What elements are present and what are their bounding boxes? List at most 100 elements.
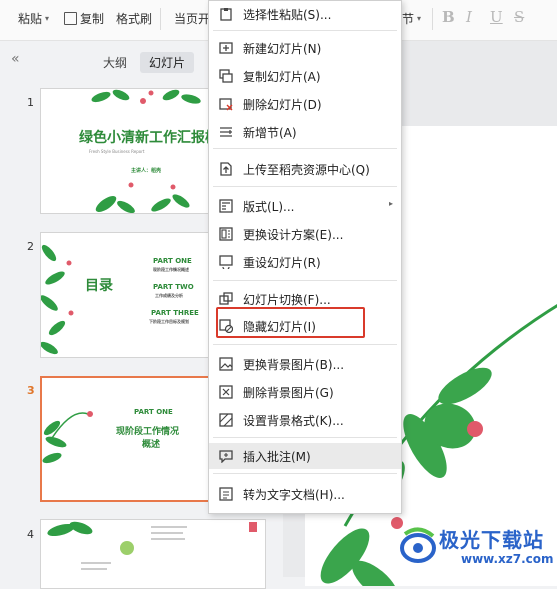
watermark-title: 极光下载站 (439, 528, 544, 552)
menu-item-label: 删除幻灯片(D) (243, 98, 322, 112)
transition-icon (219, 292, 233, 305)
menu-item-change-background[interactable]: 更换背景图片(B)... (209, 351, 401, 377)
design-icon (219, 227, 233, 241)
menu-item-label: 设置背景格式(K)... (243, 414, 344, 428)
submenu-arrow-icon: ▸ (388, 199, 393, 208)
menu-item-background-format[interactable]: 设置背景格式(K)... (209, 407, 401, 433)
paste-special-icon (220, 8, 232, 21)
menu-item-label: 复制幻灯片(A) (243, 70, 321, 84)
copy-slide-icon (219, 69, 233, 83)
underline-button[interactable]: U (490, 8, 503, 26)
menu-item-paste-special[interactable]: 选择性粘贴(S)... (209, 1, 401, 27)
reset-slide-icon (219, 255, 233, 269)
slide-number: 4 (27, 528, 34, 541)
slide-number: 2 (27, 240, 34, 253)
menu-item-delete-slide[interactable]: 删除幻灯片(D) (209, 91, 401, 117)
menu-divider (213, 148, 397, 149)
watermark-logo-icon (400, 527, 436, 563)
menu-item-copy-slide[interactable]: 复制幻灯片(A) (209, 63, 401, 89)
slide-number: 3 (27, 384, 35, 397)
menu-item-label: 删除背景图片(G) (243, 386, 334, 400)
slide-presenter: 主讲人：稻壳 (131, 168, 162, 174)
menu-item-label: 重设幻灯片(R) (243, 256, 321, 270)
menu-item-layout[interactable]: 版式(L)... ▸ (209, 193, 401, 219)
italic-button[interactable]: I (466, 8, 472, 26)
menu-item-delete-background[interactable]: 删除背景图片(G) (209, 379, 401, 405)
part-desc: 下阶段工作目标及规划 (149, 319, 189, 324)
tab-outline[interactable]: 大纲 (94, 52, 136, 73)
copy-label: 复制 (80, 11, 105, 26)
from-current-page-label: 当页开 (174, 11, 211, 26)
section-button[interactable]: 节 ▾ (402, 0, 421, 36)
part-label: PART TWO (153, 283, 194, 291)
slide-number: 1 (27, 96, 34, 109)
part-label: PART ONE (153, 257, 192, 265)
menu-item-label: 更换背景图片(B)... (243, 358, 345, 372)
menu-item-change-design[interactable]: 更换设计方案(E)... (209, 221, 401, 247)
tab-slides[interactable]: 幻灯片 (140, 52, 195, 73)
menu-item-new-section[interactable]: 新增节(A) (209, 119, 401, 145)
menu-item-label: 幻灯片切换(F)... (243, 293, 331, 307)
menu-item-label: 新增节(A) (243, 126, 297, 140)
slide-heading: 目录 (85, 278, 113, 294)
paste-label: 粘贴 (18, 11, 43, 26)
menu-item-reset-slide[interactable]: 重设幻灯片(R) (209, 249, 401, 275)
menu-item-label: 选择性粘贴(S)... (243, 8, 332, 22)
ribbon-divider (160, 8, 161, 30)
menu-divider (213, 30, 397, 31)
slide-title: 现阶段工作情况 (116, 427, 180, 437)
background-format-icon (219, 413, 233, 427)
upload-icon (220, 162, 232, 176)
leaf-decoration-icon (42, 411, 93, 464)
strikethrough-button[interactable]: S (514, 8, 524, 26)
leaf-decoration-icon (41, 244, 74, 355)
copy-button[interactable]: 复制 (64, 0, 104, 36)
menu-item-label: 版式(L)... (243, 200, 295, 214)
menu-divider (213, 280, 397, 281)
part-label: PART THREE (151, 309, 199, 317)
leaf-decoration-icon (47, 521, 257, 570)
delete-slide-icon (219, 98, 233, 111)
layout-icon (219, 199, 233, 213)
paste-button[interactable]: 粘贴 ▾ (18, 0, 49, 36)
collapse-panel-icon[interactable]: « (11, 51, 20, 67)
comment-icon (219, 450, 233, 463)
menu-item-label: 上传至稻壳资源中心(Q) (243, 163, 370, 177)
convert-doc-icon (219, 487, 233, 501)
menu-divider (213, 344, 397, 345)
chevron-down-icon: ▾ (417, 13, 422, 23)
chevron-down-icon[interactable]: ▾ (45, 14, 49, 23)
menu-item-convert-document[interactable]: 转为文字文档(H)... (209, 481, 401, 507)
part-label: PART ONE (134, 408, 173, 416)
bold-button[interactable]: B (442, 8, 455, 26)
watermark-url: www.xz7.com (461, 552, 554, 566)
copy-icon (64, 11, 77, 25)
menu-divider (213, 186, 397, 187)
part-desc: 工作成绩及分析 (155, 293, 183, 298)
menu-item-label: 转为文字文档(H)... (243, 488, 345, 502)
slide-thumbnail-4[interactable] (40, 519, 266, 589)
new-slide-icon (219, 42, 233, 54)
from-current-page-button[interactable]: 当页开 (174, 0, 210, 36)
menu-item-insert-comment[interactable]: 插入批注(M) (209, 443, 401, 469)
menu-item-new-slide[interactable]: 新建幻灯片(N) (209, 35, 401, 61)
slide-title: 绿色小清新工作汇报模 (79, 130, 219, 146)
menu-divider (213, 437, 397, 438)
menu-item-upload[interactable]: 上传至稻壳资源中心(Q) (209, 156, 401, 182)
slide-subtitle: Fresh Style Business Report (89, 149, 145, 154)
change-background-icon (219, 357, 233, 371)
context-menu: 选择性粘贴(S)... 新建幻灯片(N) 复制幻灯片(A) 删除幻灯片(D) 新… (208, 0, 402, 514)
menu-item-label: 更换设计方案(E)... (243, 228, 344, 242)
section-label: 节 (402, 11, 415, 26)
watermark-logo: 极光下载站 www.xz7.com (399, 520, 557, 574)
new-section-icon (220, 127, 232, 137)
format-painter-label: 格式刷 (116, 11, 153, 26)
menu-item-label: 插入批注(M) (243, 450, 311, 464)
menu-item-label: 新建幻灯片(N) (243, 42, 322, 56)
ribbon-divider (432, 8, 433, 30)
menu-divider (213, 473, 397, 474)
delete-background-icon (219, 385, 233, 399)
format-painter-button[interactable]: 格式刷 (116, 0, 152, 36)
part-desc: 现阶段工作情况概述 (153, 267, 189, 272)
highlight-box (216, 307, 365, 338)
